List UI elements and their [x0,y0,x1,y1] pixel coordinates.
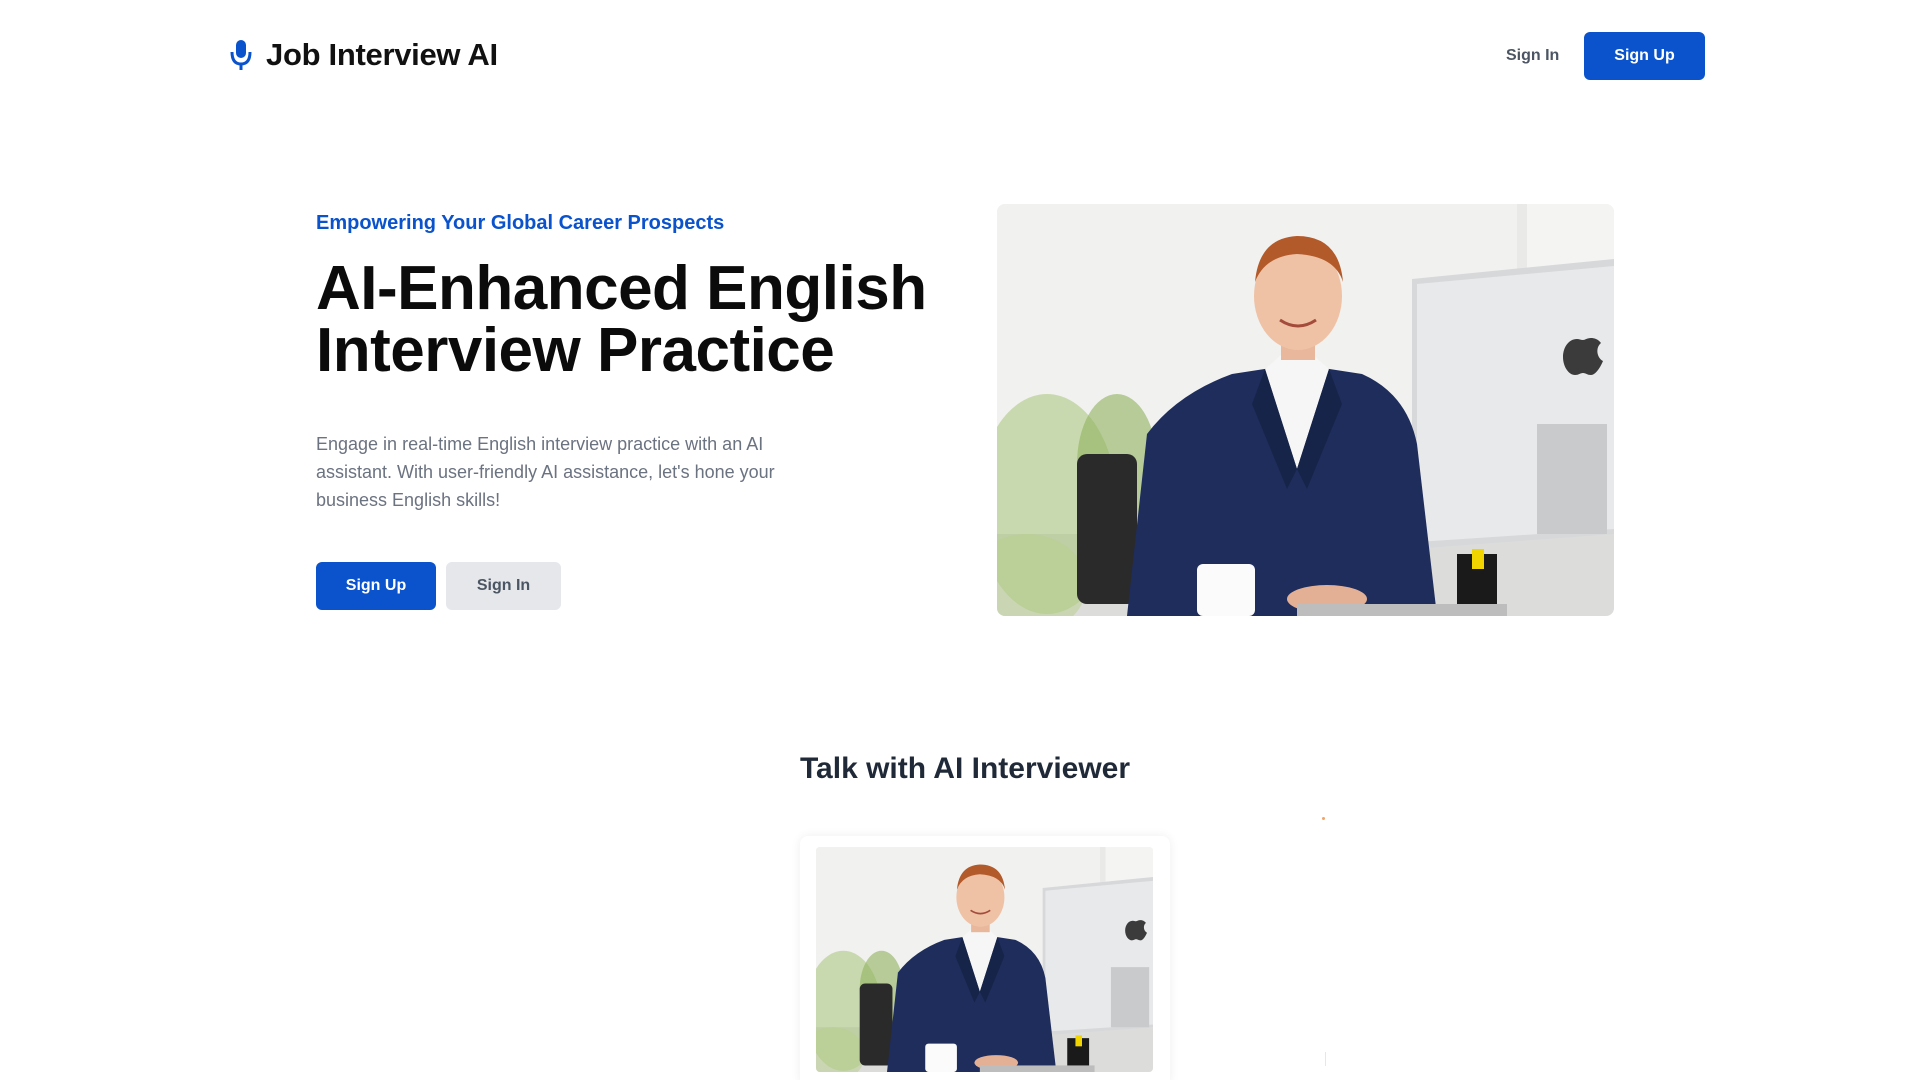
hero-sign-in-button[interactable]: Sign In [446,562,561,610]
hero-image [997,204,1614,616]
microphone-icon [228,36,254,74]
hero-sign-up-button[interactable]: Sign Up [316,562,436,610]
hero-title: AI-Enhanced English Interview Practice [316,254,927,385]
hero-eyebrow: Empowering Your Global Career Prospects [316,212,725,234]
hero-description: Engage in real-time English interview pr… [316,434,775,510]
app-title: Job Interview AI [266,37,498,72]
interviewer-card[interactable] [800,836,1170,1080]
sign-up-button[interactable]: Sign Up [1584,32,1705,80]
decorative-dot [1322,817,1325,820]
interviewer-image [816,847,1153,1072]
brand[interactable]: Job Interview AI [228,36,498,74]
sign-in-link[interactable]: Sign In [1488,32,1577,80]
section-title: Talk with AI Interviewer [799,752,1131,785]
decorative-line [1325,1052,1326,1066]
top-nav: Job Interview AI Sign In Sign Up [0,0,1920,112]
